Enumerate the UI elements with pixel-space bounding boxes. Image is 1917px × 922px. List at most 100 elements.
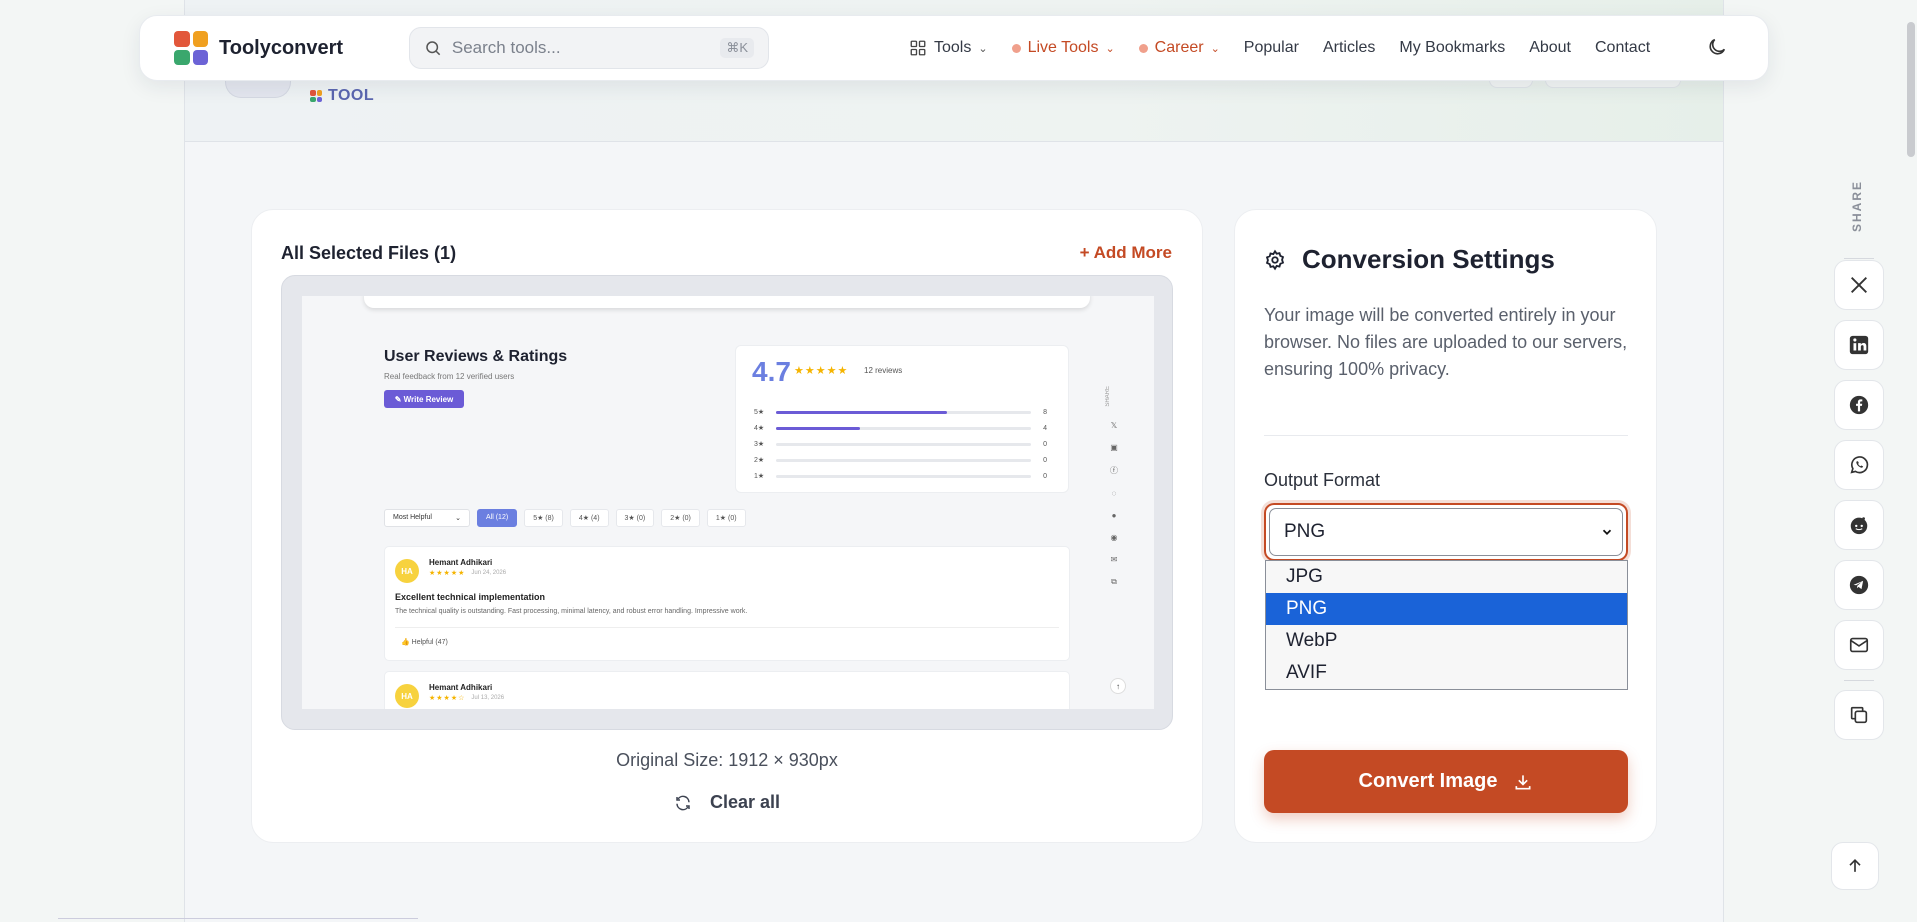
- share-facebook-button[interactable]: [1834, 380, 1884, 430]
- linkedin-icon: [1849, 335, 1869, 355]
- preview-review-card: HA Hemant Adhikari ★★★★★ Jun 24, 2026 Exc…: [384, 546, 1070, 661]
- search-icon: [426, 41, 441, 56]
- share-telegram-button[interactable]: [1834, 560, 1884, 610]
- review-meta: ★★★★★ Jun 24, 2026: [429, 570, 507, 577]
- divider: [395, 627, 1059, 628]
- share-label: SHARE: [1850, 180, 1864, 233]
- convert-image-button[interactable]: Convert Image: [1264, 750, 1628, 813]
- nav-live-tools[interactable]: Live Tools ⌄: [1011, 39, 1115, 57]
- rating-bar: 5★ 8: [754, 408, 1048, 417]
- divider: [1844, 680, 1874, 681]
- chevron-down-icon: ⌄: [1105, 42, 1115, 55]
- brand-name: Toolyconvert: [219, 36, 344, 59]
- page-scrollbar[interactable]: [1907, 22, 1915, 157]
- nav-contact[interactable]: Contact: [1595, 39, 1650, 57]
- image-preview: User Reviews & Ratings Real feedback fro…: [281, 275, 1173, 730]
- nav-live-tools-label: Live Tools: [1027, 39, 1099, 56]
- filter-chip: 5★ (8): [524, 509, 563, 527]
- review-body: The technical quality is outstanding. Fa…: [395, 608, 748, 615]
- output-format-select[interactable]: PNG: [1264, 503, 1628, 561]
- settings-title: Conversion Settings: [1302, 244, 1555, 274]
- preview-navbar: [364, 296, 1090, 308]
- x-icon: [1851, 277, 1867, 293]
- filter-chip: 4★ (4): [569, 509, 609, 527]
- review-author: Hemant Adhikari: [429, 683, 493, 692]
- nav-tools[interactable]: Tools ⌄: [909, 39, 988, 57]
- filter-chip: 2★ (0): [661, 509, 700, 527]
- files-title: All Selected Files (1): [281, 243, 457, 263]
- clear-all-label: Clear all: [709, 792, 781, 812]
- share-whatsapp-button[interactable]: [1834, 440, 1884, 490]
- facebook-icon: ⓕ: [1110, 466, 1118, 475]
- chevron-down-icon: ⌄: [978, 42, 988, 55]
- review-meta: ★★★★☆ Jul 13, 2026: [429, 695, 505, 702]
- nav-bookmarks-label: My Bookmarks: [1399, 39, 1506, 56]
- back-to-top-button[interactable]: [1831, 842, 1879, 890]
- nav-about-label: About: [1529, 39, 1571, 56]
- nav-about[interactable]: About: [1529, 39, 1571, 57]
- selected-files-card: All Selected Files (1) + Add More User R…: [251, 209, 1203, 843]
- nav-contact-label: Contact: [1595, 39, 1651, 56]
- reddit-icon: ●: [1111, 511, 1117, 520]
- output-format-select-inner[interactable]: PNG: [1269, 508, 1623, 556]
- brand[interactable]: Toolyconvert: [174, 31, 343, 65]
- grid-icon: [910, 40, 926, 56]
- rating-bar: 4★ 4: [754, 424, 1048, 433]
- moon-icon: [1709, 38, 1726, 55]
- option-webp[interactable]: WebP: [1266, 625, 1627, 657]
- share-reddit-button[interactable]: [1834, 500, 1884, 550]
- preview-write-review: ✎ Write Review: [384, 390, 464, 408]
- page-bottom-edge: [58, 918, 418, 922]
- share-email-button[interactable]: [1834, 620, 1884, 670]
- preview-review-card: HA Hemant Adhikari ★★★★☆ Jul 13, 2026: [384, 671, 1070, 709]
- x-icon: 𝕏: [1110, 421, 1118, 430]
- nav-popular[interactable]: Popular: [1244, 39, 1299, 57]
- preview-heading: User Reviews & Ratings: [384, 348, 568, 365]
- format-options-list: JPG PNG WebP AVIF: [1265, 560, 1628, 690]
- nav-links: Tools ⌄ Live Tools ⌄ Career ⌄ Popular Ar…: [909, 16, 1674, 80]
- add-more-button[interactable]: + Add More: [1080, 243, 1172, 263]
- option-png[interactable]: PNG: [1266, 593, 1627, 625]
- option-avif[interactable]: AVIF: [1266, 657, 1627, 689]
- settings-header: Conversion Settings: [1264, 244, 1555, 275]
- search-input[interactable]: [451, 38, 711, 58]
- preview-stars: ★★★★★: [794, 365, 849, 377]
- preview-share-label: SHARE: [1105, 386, 1111, 407]
- original-size: Original Size: 1912 × 930px: [616, 750, 838, 770]
- preview-score: 4.7: [752, 356, 791, 387]
- nav-bookmarks[interactable]: My Bookmarks: [1399, 39, 1505, 57]
- logo-icon: [174, 31, 208, 65]
- theme-toggle[interactable]: [1706, 36, 1730, 60]
- review-author: Hemant Adhikari: [429, 558, 493, 567]
- tool-tag-label: TOOL: [328, 87, 375, 104]
- nav-articles[interactable]: Articles: [1323, 39, 1375, 57]
- copy-icon: ⧉: [1111, 577, 1117, 586]
- arrow-up-icon: ↑: [1110, 678, 1126, 694]
- filter-chip: All (12): [477, 509, 518, 527]
- rating-bar: 2★ 0: [754, 456, 1048, 465]
- preview-subheading: Real feedback from 12 verified users: [384, 372, 515, 381]
- nav-career[interactable]: Career ⌄: [1138, 39, 1220, 57]
- status-dot: [1011, 43, 1021, 53]
- conversion-settings-card: Conversion Settings Your image will be c…: [1234, 209, 1657, 843]
- copy-link-button[interactable]: [1834, 690, 1884, 740]
- share-linkedin-button[interactable]: [1834, 320, 1884, 370]
- email-icon: ✉: [1110, 555, 1118, 564]
- output-format-label: Output Format: [1264, 470, 1381, 490]
- download-icon: [1515, 774, 1531, 789]
- status-dot: [1138, 43, 1148, 53]
- tool-tag: TOOL: [310, 87, 374, 105]
- rating-bar: 3★ 0: [754, 440, 1048, 449]
- option-jpg[interactable]: JPG: [1266, 561, 1627, 593]
- nav-career-label: Career: [1154, 39, 1204, 56]
- navbar: Toolyconvert ⌘K Tools ⌄ Live Tools ⌄ Car…: [139, 15, 1769, 81]
- privacy-description: Your image will be converted entirely in…: [1264, 305, 1628, 379]
- whatsapp-icon: ◌: [1111, 489, 1117, 498]
- refresh-icon: [676, 795, 690, 810]
- search-box[interactable]: ⌘K: [409, 27, 769, 69]
- share-x-button[interactable]: [1834, 260, 1884, 310]
- chevron-down-icon: ⌄: [1210, 42, 1220, 55]
- clear-all-button[interactable]: Clear all: [252, 792, 1202, 813]
- preview-image: User Reviews & Ratings Real feedback fro…: [302, 296, 1154, 709]
- logo-icon: [310, 90, 322, 102]
